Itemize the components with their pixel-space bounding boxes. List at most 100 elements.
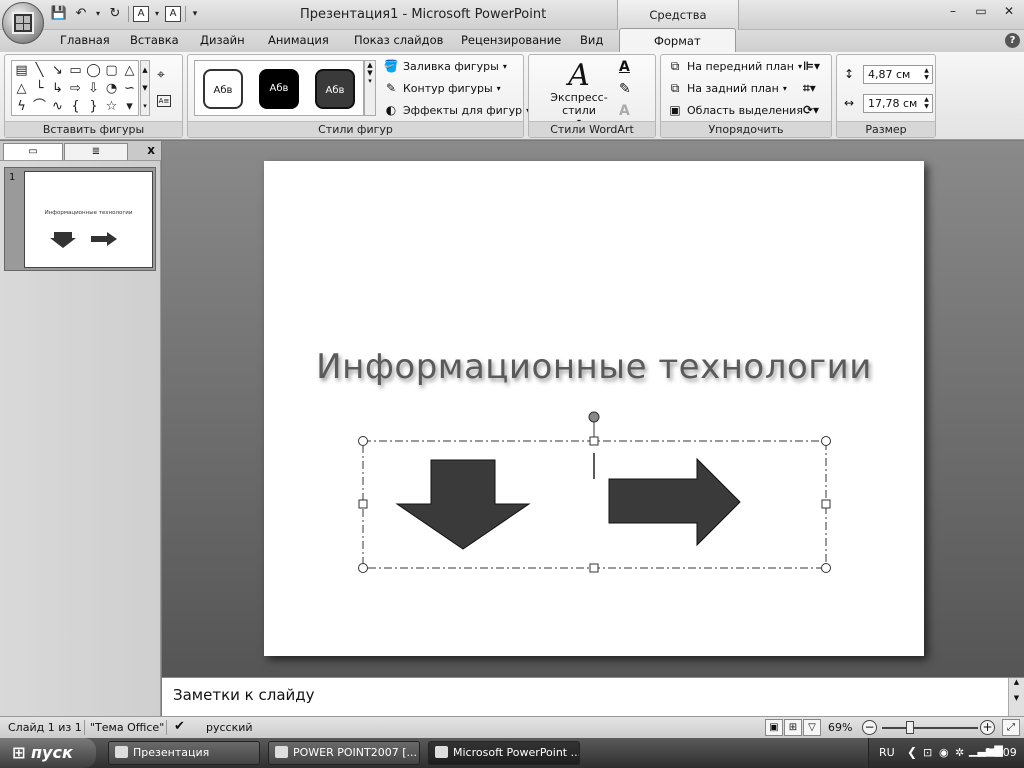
- shape-height-input[interactable]: 4,87 см ▲ ▼: [863, 65, 933, 84]
- close-button[interactable]: ✕: [1000, 4, 1018, 18]
- right-arrow-shape-icon[interactable]: ⇨: [67, 80, 84, 97]
- elbow-arrow-icon[interactable]: ↳: [49, 80, 66, 97]
- tab-animation[interactable]: Анимация: [268, 33, 329, 47]
- save-icon[interactable]: 💾: [50, 5, 68, 23]
- normal-view-icon[interactable]: ▣: [765, 719, 783, 736]
- group-objects-icon[interactable]: ⌗▾: [803, 81, 816, 96]
- taskbar-item-word[interactable]: POWER POINT2007 [...: [268, 741, 420, 765]
- volume-icon[interactable]: ◉: [939, 746, 949, 759]
- text-fill-icon[interactable]: A: [619, 59, 630, 75]
- rectangle-shape-icon[interactable]: ▭: [67, 62, 84, 79]
- textbox-shape-icon[interactable]: ▤: [13, 62, 30, 79]
- tab-insert[interactable]: Вставка: [130, 33, 179, 47]
- tray-expand-icon[interactable]: ❮: [907, 745, 917, 759]
- slide-thumbnail[interactable]: Информационные технологии: [24, 171, 153, 268]
- taskbar-item-powerpoint[interactable]: Microsoft PowerPoint ...: [428, 741, 580, 765]
- line-shape-icon[interactable]: ╲: [31, 62, 48, 79]
- office-button[interactable]: [2, 2, 44, 44]
- triangle-shape-icon[interactable]: △: [121, 62, 138, 79]
- arc-shape-icon[interactable]: ⌒: [31, 98, 48, 115]
- notes-pane[interactable]: Заметки к слайду ▲ ▼: [162, 677, 1024, 717]
- shape-styles-gallery[interactable]: Абв Абв Абв: [194, 60, 364, 116]
- close-pane-icon[interactable]: x: [147, 143, 155, 157]
- shape-fill-button[interactable]: 🪣 Заливка фигуры ▾: [383, 59, 507, 73]
- curve-shape-icon[interactable]: ∽: [121, 80, 138, 97]
- oval-shape-icon[interactable]: ◯: [85, 62, 102, 79]
- style-swatch-black[interactable]: Абв: [259, 69, 299, 109]
- text-box-icon[interactable]: A: [165, 6, 181, 22]
- minimize-button[interactable]: –: [944, 4, 962, 18]
- language-status[interactable]: русский: [206, 721, 253, 734]
- edit-shape-icon[interactable]: ⌖: [157, 67, 165, 83]
- style-swatch-dark[interactable]: Абв: [315, 69, 355, 109]
- freeform-shape-icon[interactable]: ∿: [49, 98, 66, 115]
- spellcheck-icon[interactable]: ✔: [174, 719, 185, 734]
- down-arrow-shape-icon[interactable]: ⇩: [85, 80, 102, 97]
- tab-format[interactable]: Формат: [619, 28, 736, 52]
- zoom-slider-thumb[interactable]: [906, 721, 914, 734]
- zoom-in-icon[interactable]: +: [980, 720, 995, 735]
- font-increase-icon[interactable]: A: [133, 6, 149, 22]
- slide-thumbnail-selected[interactable]: 1 Информационные технологии: [4, 167, 156, 271]
- lightning-shape-icon[interactable]: ϟ: [13, 98, 30, 115]
- theme-status[interactable]: "Тема Office": [90, 721, 164, 734]
- tab-outline-icon[interactable]: ≣: [64, 143, 128, 160]
- width-spinner[interactable]: ▲ ▼: [922, 96, 931, 110]
- redo-icon[interactable]: ↻: [106, 5, 124, 23]
- folder-icon: [115, 746, 128, 758]
- quick-styles-button[interactable]: A Экспресс-стили ▾: [539, 61, 619, 127]
- left-brace-shape-icon[interactable]: {: [67, 98, 84, 115]
- tab-slideshow[interactable]: Показ слайдов: [354, 33, 443, 47]
- window-controls: – ▭ ✕: [944, 4, 1018, 18]
- selection-pane-button[interactable]: ▣ Область выделения: [667, 103, 803, 117]
- height-spinner[interactable]: ▲ ▼: [922, 67, 931, 81]
- elbow-connector-icon[interactable]: └: [31, 80, 48, 97]
- arrow-line-shape-icon[interactable]: ↘: [49, 62, 66, 79]
- rotate-icon[interactable]: ⟳▾: [803, 103, 819, 117]
- taskbar-item-folder[interactable]: Презентация: [108, 741, 260, 765]
- star-shape-icon[interactable]: ☆: [103, 98, 120, 115]
- zoom-level[interactable]: 69%: [828, 721, 852, 734]
- shapes-gallery-scroll[interactable]: ▲ ▼ ▾: [140, 60, 150, 116]
- draw-textbox-icon[interactable]: A≡: [157, 95, 171, 107]
- help-icon[interactable]: ?: [1005, 33, 1020, 48]
- more-shapes-icon[interactable]: ▾: [121, 98, 138, 115]
- shape-outline-button[interactable]: ✎ Контур фигуры ▾: [383, 81, 501, 95]
- text-effects-icon[interactable]: A: [619, 103, 630, 119]
- slideshow-view-icon[interactable]: ▽: [803, 719, 821, 736]
- shape-effects-button[interactable]: ◐ Эффекты для фигур▾: [383, 103, 530, 117]
- keyboard-language[interactable]: RU: [879, 746, 895, 759]
- rounded-rect-shape-icon[interactable]: ▢: [103, 62, 120, 79]
- callout-shape-icon[interactable]: ◔: [103, 80, 120, 97]
- shapes-gallery[interactable]: ▤ ╲ ↘ ▭ ◯ ▢ △ △ └ ↳ ⇨ ⇩ ◔ ∽ ϟ ⌒ ∿ { } ☆ …: [11, 60, 139, 116]
- undo-icon[interactable]: ↶: [72, 5, 90, 23]
- text-outline-icon[interactable]: ✎: [619, 81, 631, 97]
- send-to-back-button[interactable]: ⧉ На задний план ▾: [667, 81, 787, 95]
- network-icon[interactable]: ⊡: [923, 746, 932, 759]
- tab-home[interactable]: Главная: [60, 33, 110, 47]
- align-icon[interactable]: ⊫▾: [803, 59, 820, 73]
- right-brace-shape-icon[interactable]: }: [85, 98, 102, 115]
- tab-review[interactable]: Рецензирование: [461, 33, 561, 47]
- customize-qat-icon[interactable]: ▾: [190, 5, 200, 23]
- fit-window-icon[interactable]: ⤢: [1002, 719, 1020, 736]
- tab-design[interactable]: Дизайн: [200, 33, 245, 47]
- undo-dropdown-icon[interactable]: ▾: [94, 5, 102, 23]
- bring-to-front-button[interactable]: ⧉ На передний план ▾: [667, 59, 802, 73]
- selection-frame[interactable]: [358, 411, 831, 573]
- notes-scrollbar[interactable]: ▲ ▼: [1008, 678, 1024, 717]
- restore-button[interactable]: ▭: [972, 4, 990, 18]
- slide-canvas[interactable]: Информационные технологии: [264, 161, 924, 656]
- start-button[interactable]: ⊞ пуск: [0, 738, 96, 768]
- shape-width-input[interactable]: 17,78 см ▲ ▼: [863, 94, 933, 113]
- zoom-slider-track[interactable]: [882, 727, 978, 729]
- zoom-out-icon[interactable]: −: [862, 720, 877, 735]
- styles-gallery-scroll[interactable]: ▲ ▼ ▾: [364, 60, 376, 116]
- slide-sorter-icon[interactable]: ⊞: [784, 719, 802, 736]
- font-dropdown-icon[interactable]: ▾: [153, 5, 161, 23]
- style-swatch-white[interactable]: Абв: [203, 69, 243, 109]
- triangle-shape-icon[interactable]: △: [13, 80, 30, 97]
- antivirus-icon[interactable]: ✲: [955, 746, 964, 759]
- tab-slides-icon[interactable]: ▭: [3, 143, 63, 160]
- tab-view[interactable]: Вид: [580, 33, 603, 47]
